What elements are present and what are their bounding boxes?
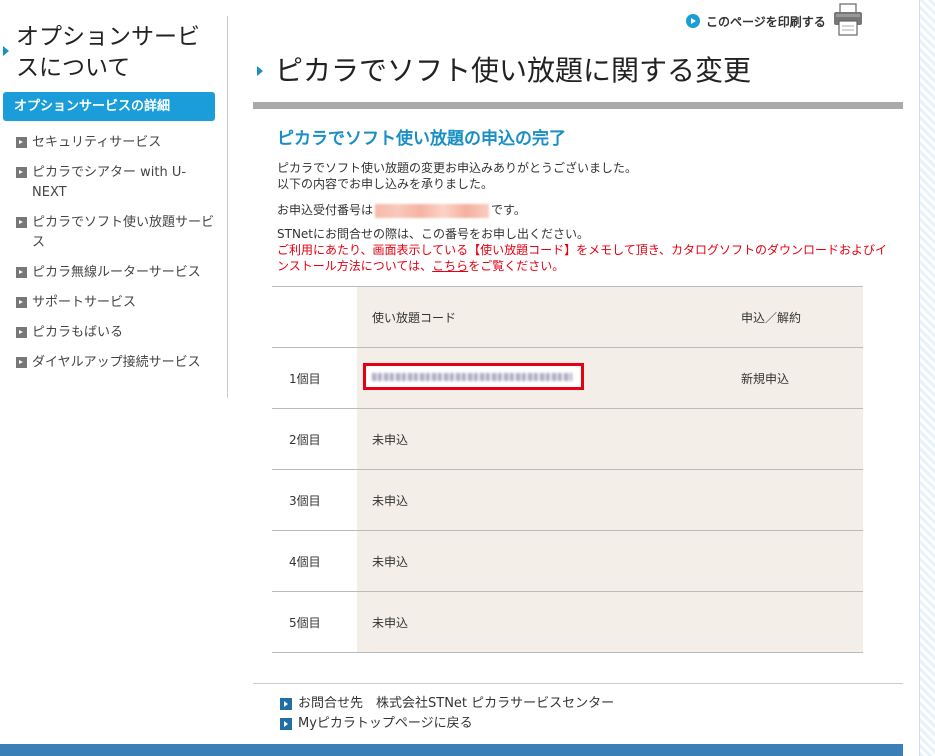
- table-row: 1個目 新規申込: [272, 347, 863, 409]
- arrow-box-icon: [280, 718, 292, 730]
- printer-icon[interactable]: [832, 3, 864, 37]
- row-status: [727, 408, 863, 470]
- sidebar-item-theater[interactable]: ピカラでシアター with U-NEXT: [16, 163, 216, 203]
- receipt-number-line: お申込受付番号は です。: [277, 202, 526, 218]
- sidebar-item-label: サポートサービス: [32, 295, 137, 310]
- arrow-box-icon: [16, 167, 27, 178]
- sidebar-item-support[interactable]: サポートサービス: [16, 293, 216, 313]
- arrow-box-icon: [280, 698, 292, 710]
- contact-label: お問合せ先 株式会社STNet ピカラサービスセンター: [298, 696, 615, 711]
- sidebar-item-label: ピカラもばいる: [32, 325, 124, 340]
- sidebar-item-software[interactable]: ピカラでソフト使い放題サービス: [16, 213, 216, 253]
- footer-links: お問合せ先 株式会社STNet ピカラサービスセンター Myピカラトップページに…: [280, 694, 614, 734]
- page-title: ピカラでソフト使い放題に関する変更: [275, 54, 752, 87]
- row-index: 3個目: [272, 469, 357, 531]
- row-index: 4個目: [272, 530, 357, 592]
- receipt-suffix: です。: [491, 203, 526, 217]
- title-arrow-icon: [3, 46, 9, 56]
- contact-link[interactable]: お問合せ先 株式会社STNet ピカラサービスセンター: [280, 694, 614, 714]
- sidebar-title: オプションサービスについて: [16, 24, 200, 81]
- arrow-box-icon: [16, 267, 27, 278]
- sidebar-item-label: ダイヤルアップ接続サービス: [32, 355, 201, 370]
- table-header-index: [272, 286, 357, 348]
- footer-divider: [253, 683, 903, 684]
- code-cell: 未申込: [357, 591, 727, 653]
- arrow-box-icon: [16, 327, 27, 338]
- table-row: 3個目 未申込: [272, 469, 863, 531]
- table-row: 4個目 未申込: [272, 530, 863, 592]
- top-page-label: Myピカラトップページに戻る: [298, 716, 473, 731]
- receipt-prefix: お申込受付番号は: [277, 203, 374, 217]
- arrow-box-icon: [16, 217, 27, 228]
- inquiry-text: STNetにお問合せの際は、この番号をお申し出ください。: [277, 227, 590, 241]
- title-divider: [253, 102, 903, 109]
- sidebar-item-security[interactable]: セキュリティサービス: [16, 133, 216, 153]
- row-status: [727, 591, 863, 653]
- table-header-row: 使い放題コード 申込／解約: [272, 286, 863, 348]
- row-index: 1個目: [272, 347, 357, 409]
- arrow-circle-icon: [686, 14, 700, 28]
- warning-text: ご利用にあたり、画面表示している【使い放題コード】をメモして頂き、カタログソフト…: [277, 242, 887, 274]
- sidebar-item-option-details[interactable]: オプションサービスの詳細: [3, 92, 215, 121]
- table-row: 5個目 未申込: [272, 591, 863, 653]
- code-cell: 未申込: [357, 408, 727, 470]
- section-title: ピカラでソフト使い放題の申込の完了: [277, 129, 566, 149]
- thanks-text: ピカラでソフト使い放題の変更お申込みありがとうございました。: [277, 161, 638, 175]
- sidebar-item-router[interactable]: ピカラ無線ルーターサービス: [16, 263, 216, 283]
- sidebar-item-label: セキュリティサービス: [32, 135, 162, 150]
- sidebar-item-label: ピカラでソフト使い放題サービス: [32, 215, 215, 250]
- arrow-box-icon: [16, 357, 27, 368]
- row-status: 新規申込: [727, 347, 863, 409]
- sidebar-list: セキュリティサービス ピカラでシアター with U-NEXT ピカラでソフト使…: [16, 133, 216, 383]
- sidebar-item-label: ピカラ無線ルーターサービス: [32, 265, 201, 280]
- bottom-bar: [0, 744, 903, 756]
- print-label: このページを印刷する: [706, 14, 826, 29]
- row-status: [727, 469, 863, 531]
- software-code-table: 使い放題コード 申込／解約 1個目 新規申込 2個目 未申込 3個目 未申込 4…: [272, 286, 863, 653]
- table-row: 2個目 未申込: [272, 408, 863, 470]
- table-header-code: 使い放題コード: [357, 286, 727, 348]
- sidebar-item-label: ピカラでシアター with U-NEXT: [32, 165, 187, 200]
- code-highlight-box: [363, 363, 584, 390]
- here-link[interactable]: こちら: [432, 259, 468, 273]
- warning-text-part2: をご覧ください。: [468, 259, 565, 273]
- accepted-text: 以下の内容でお申し込みを承りました。: [277, 177, 494, 191]
- sidebar-item-dialup[interactable]: ダイヤルアップ接続サービス: [16, 353, 216, 373]
- print-page-link[interactable]: このページを印刷する: [686, 6, 826, 36]
- decorative-stripe: [920, 0, 935, 756]
- receipt-number-redacted: [375, 203, 490, 218]
- arrow-box-icon: [16, 297, 27, 308]
- title-arrow-icon: [257, 66, 263, 76]
- table-header-status: 申込／解約: [727, 286, 863, 348]
- code-redacted: [372, 373, 572, 381]
- top-page-link[interactable]: Myピカラトップページに戻る: [280, 714, 614, 734]
- warning-text-part1: ご利用にあたり、画面表示している【使い放題コード】をメモして頂き、カタログソフト…: [277, 243, 887, 273]
- sidebar: オプションサービスについて オプションサービスの詳細 セキュリティサービス ピカ…: [0, 16, 228, 398]
- row-index: 2個目: [272, 408, 357, 470]
- arrow-box-icon: [16, 137, 27, 148]
- sidebar-item-mobile[interactable]: ピカラもばいる: [16, 323, 216, 343]
- code-cell: [357, 347, 727, 409]
- code-cell: 未申込: [357, 530, 727, 592]
- row-status: [727, 530, 863, 592]
- code-cell: 未申込: [357, 469, 727, 531]
- row-index: 5個目: [272, 591, 357, 653]
